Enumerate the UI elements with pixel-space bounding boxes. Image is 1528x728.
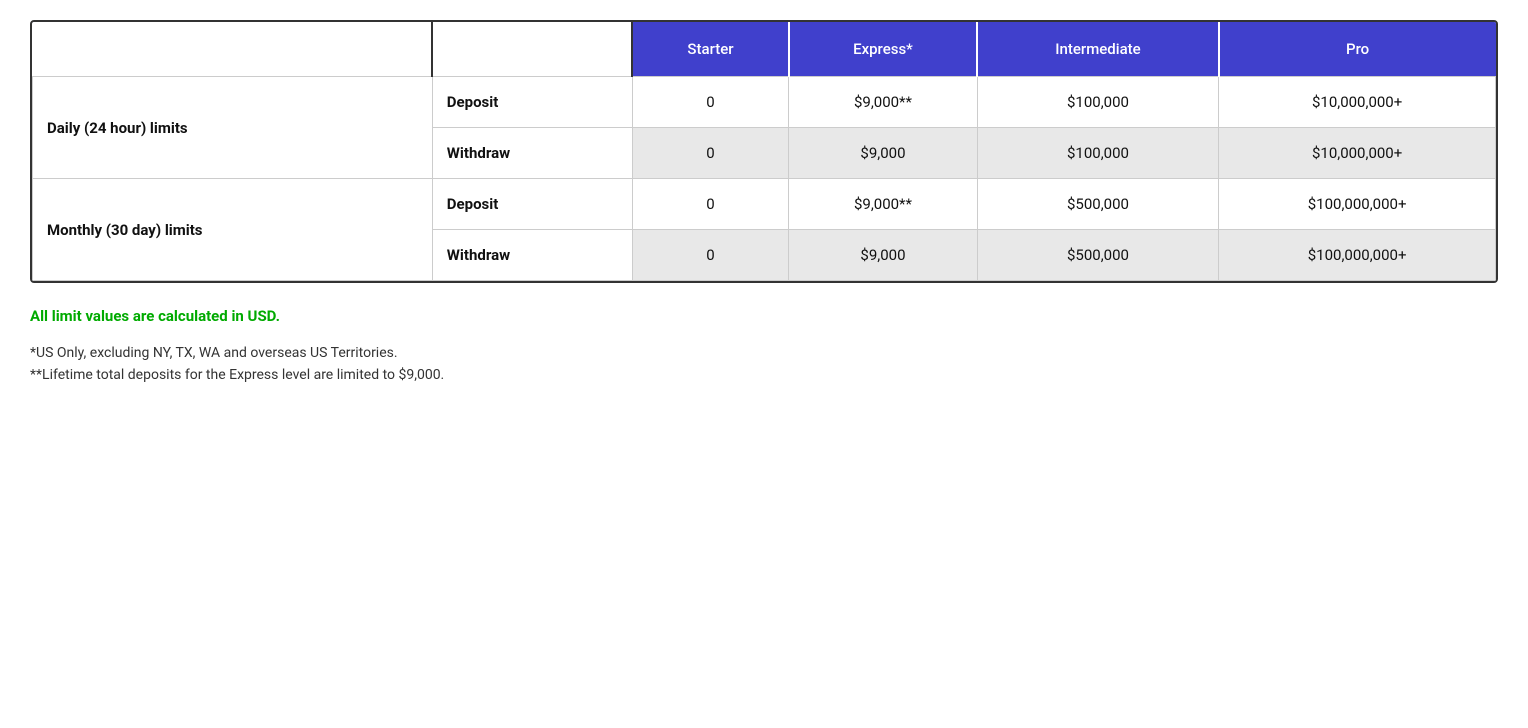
header-col2 [432,22,632,77]
cell-daily-deposit-intermediate: $100,000 [977,77,1218,128]
limits-table: Starter Express* Intermediate Pro Daily … [32,22,1496,281]
cell-daily-deposit-pro: $10,000,000+ [1219,77,1496,128]
footnote-2: **Lifetime total deposits for the Expres… [30,367,1498,383]
header-express: Express* [789,22,978,77]
cell-daily-withdraw-pro: $10,000,000+ [1219,128,1496,179]
sub-label: Withdraw [432,230,632,281]
footnote-1: *US Only, excluding NY, TX, WA and overs… [30,345,1498,361]
limits-table-wrapper: Starter Express* Intermediate Pro Daily … [30,20,1498,283]
cell-daily-withdraw-intermediate: $100,000 [977,128,1218,179]
sub-label: Withdraw [432,128,632,179]
header-pro: Pro [1219,22,1496,77]
sub-label: Deposit [432,179,632,230]
group-label: Daily (24 hour) limits [33,77,433,179]
usd-footnote: All limit values are calculated in USD. [30,307,1498,325]
cell-monthly-withdraw-starter: 0 [632,230,788,281]
group-label: Monthly (30 day) limits [33,179,433,281]
cell-monthly-deposit-express: $9,000** [789,179,978,230]
header-col1 [33,22,433,77]
cell-daily-withdraw-starter: 0 [632,128,788,179]
cell-daily-deposit-express: $9,000** [789,77,978,128]
cell-monthly-deposit-starter: 0 [632,179,788,230]
sub-label: Deposit [432,77,632,128]
cell-monthly-withdraw-pro: $100,000,000+ [1219,230,1496,281]
header-intermediate: Intermediate [977,22,1218,77]
cell-monthly-deposit-intermediate: $500,000 [977,179,1218,230]
cell-daily-deposit-starter: 0 [632,77,788,128]
cell-monthly-withdraw-intermediate: $500,000 [977,230,1218,281]
table-row: Daily (24 hour) limitsDeposit0$9,000**$1… [33,77,1496,128]
cell-monthly-withdraw-express: $9,000 [789,230,978,281]
cell-monthly-deposit-pro: $100,000,000+ [1219,179,1496,230]
table-row: Monthly (30 day) limitsDeposit0$9,000**$… [33,179,1496,230]
header-starter: Starter [632,22,788,77]
cell-daily-withdraw-express: $9,000 [789,128,978,179]
